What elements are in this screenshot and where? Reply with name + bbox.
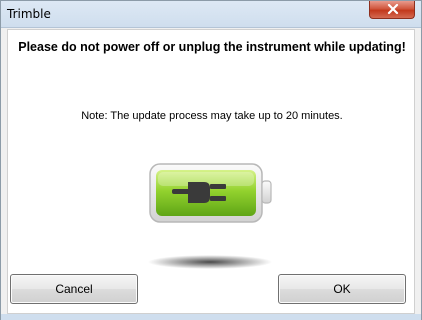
window-frame-bottom — [1, 314, 421, 320]
dialog-content: Please do not power off or unplug the in… — [7, 29, 415, 314]
close-button[interactable] — [369, 1, 415, 19]
cancel-button[interactable]: Cancel — [10, 274, 138, 304]
window-title: Trimble — [7, 7, 51, 21]
note-message: Note: The update process may take up to … — [81, 110, 343, 122]
battery-plug-icon — [148, 163, 272, 269]
warning-message: Please do not power off or unplug the in… — [18, 40, 406, 54]
title-bar[interactable]: Trimble — [1, 1, 421, 28]
dialog-window: Trimble Please do not power off or unplu… — [0, 0, 422, 320]
close-icon — [387, 4, 399, 15]
ok-button[interactable]: OK — [278, 274, 406, 304]
